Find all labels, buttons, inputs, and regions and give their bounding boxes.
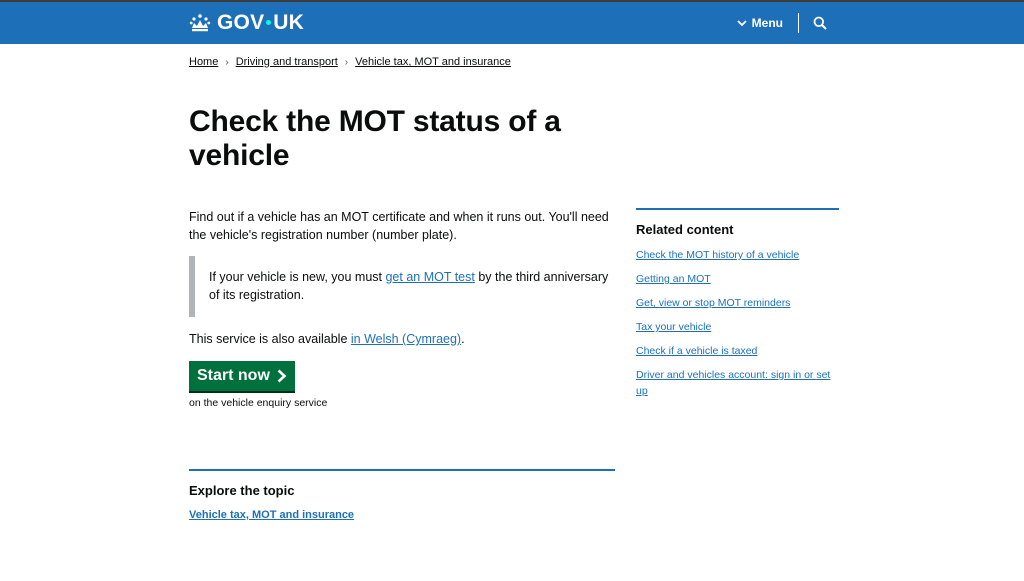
list-item: Check if a vehicle is taxed	[636, 343, 839, 359]
list-item: Driver and vehicles account: sign in or …	[636, 367, 839, 399]
explore-heading: Explore the topic	[189, 483, 295, 498]
arrow-right-icon	[277, 369, 287, 383]
chevron-right-icon: ›	[225, 56, 229, 68]
browser-window: GOV UK Menu Home › Driving and transport…	[0, 0, 1024, 581]
header-controls: Menu	[737, 13, 827, 33]
inset-text-before: If your vehicle is new, you must	[209, 270, 386, 284]
get-mot-test-link[interactable]: get an MOT test	[385, 270, 474, 284]
welsh-text-before: This service is also available	[189, 332, 351, 346]
crown-icon	[189, 14, 211, 32]
header-container: GOV UK Menu	[189, 2, 827, 44]
list-item: Check the MOT history of a vehicle	[636, 247, 839, 263]
start-now-label: Start now	[197, 367, 270, 384]
logo-dot	[266, 19, 272, 25]
header-divider	[798, 13, 799, 33]
lede-paragraph: Find out if a vehicle has an MOT certifi…	[189, 210, 609, 242]
page-title: Check the MOT status of a vehicle	[189, 105, 561, 172]
list-item: Getting an MOT	[636, 271, 839, 287]
related-link-getting-mot[interactable]: Getting an MOT	[636, 273, 711, 285]
breadcrumb-vehicle-tax[interactable]: Vehicle tax, MOT and insurance	[355, 56, 511, 68]
breadcrumb: Home › Driving and transport › Vehicle t…	[189, 56, 511, 68]
menu-label: Menu	[751, 16, 783, 30]
welsh-link[interactable]: in Welsh (Cymraeg)	[351, 332, 461, 346]
related-link-mot-history[interactable]: Check the MOT history of a vehicle	[636, 249, 799, 261]
inset-text: If your vehicle is new, you must get an …	[189, 256, 619, 317]
logo-text-uk: UK	[273, 11, 305, 34]
menu-button[interactable]: Menu	[737, 16, 783, 30]
related-link-mot-reminders[interactable]: Get, view or stop MOT reminders	[636, 297, 790, 309]
related-links-list: Check the MOT history of a vehicle Getti…	[636, 247, 839, 399]
govuk-header: GOV UK Menu	[0, 2, 1024, 44]
related-link-tax-vehicle[interactable]: Tax your vehicle	[636, 321, 711, 333]
related-link-check-taxed[interactable]: Check if a vehicle is taxed	[636, 345, 757, 357]
related-content: Related content Check the MOT history of…	[636, 208, 839, 407]
welsh-text-after: .	[461, 332, 465, 346]
list-item: Tax your vehicle	[636, 319, 839, 335]
chevron-right-icon: ›	[344, 56, 349, 68]
start-now-button[interactable]: Start now	[189, 361, 295, 391]
related-link-driver-account[interactable]: Driver and vehicles account: sign in or …	[636, 369, 830, 397]
related-heading: Related content	[636, 222, 734, 237]
explore-topic-link[interactable]: Vehicle tax, MOT and insurance	[189, 509, 354, 521]
explore-divider	[189, 469, 615, 471]
welsh-availability: This service is also available in Welsh …	[189, 330, 465, 348]
logo-text-gov: GOV	[217, 11, 265, 34]
search-icon	[813, 16, 827, 30]
search-button[interactable]	[813, 16, 827, 30]
breadcrumb-home[interactable]: Home	[189, 56, 218, 68]
list-item: Get, view or stop MOT reminders	[636, 295, 839, 311]
start-hint: on the vehicle enquiry service	[189, 397, 328, 409]
chevron-down-icon	[737, 19, 747, 26]
govuk-logo-link[interactable]: GOV UK	[189, 11, 304, 35]
breadcrumb-driving-transport[interactable]: Driving and transport	[236, 56, 338, 68]
